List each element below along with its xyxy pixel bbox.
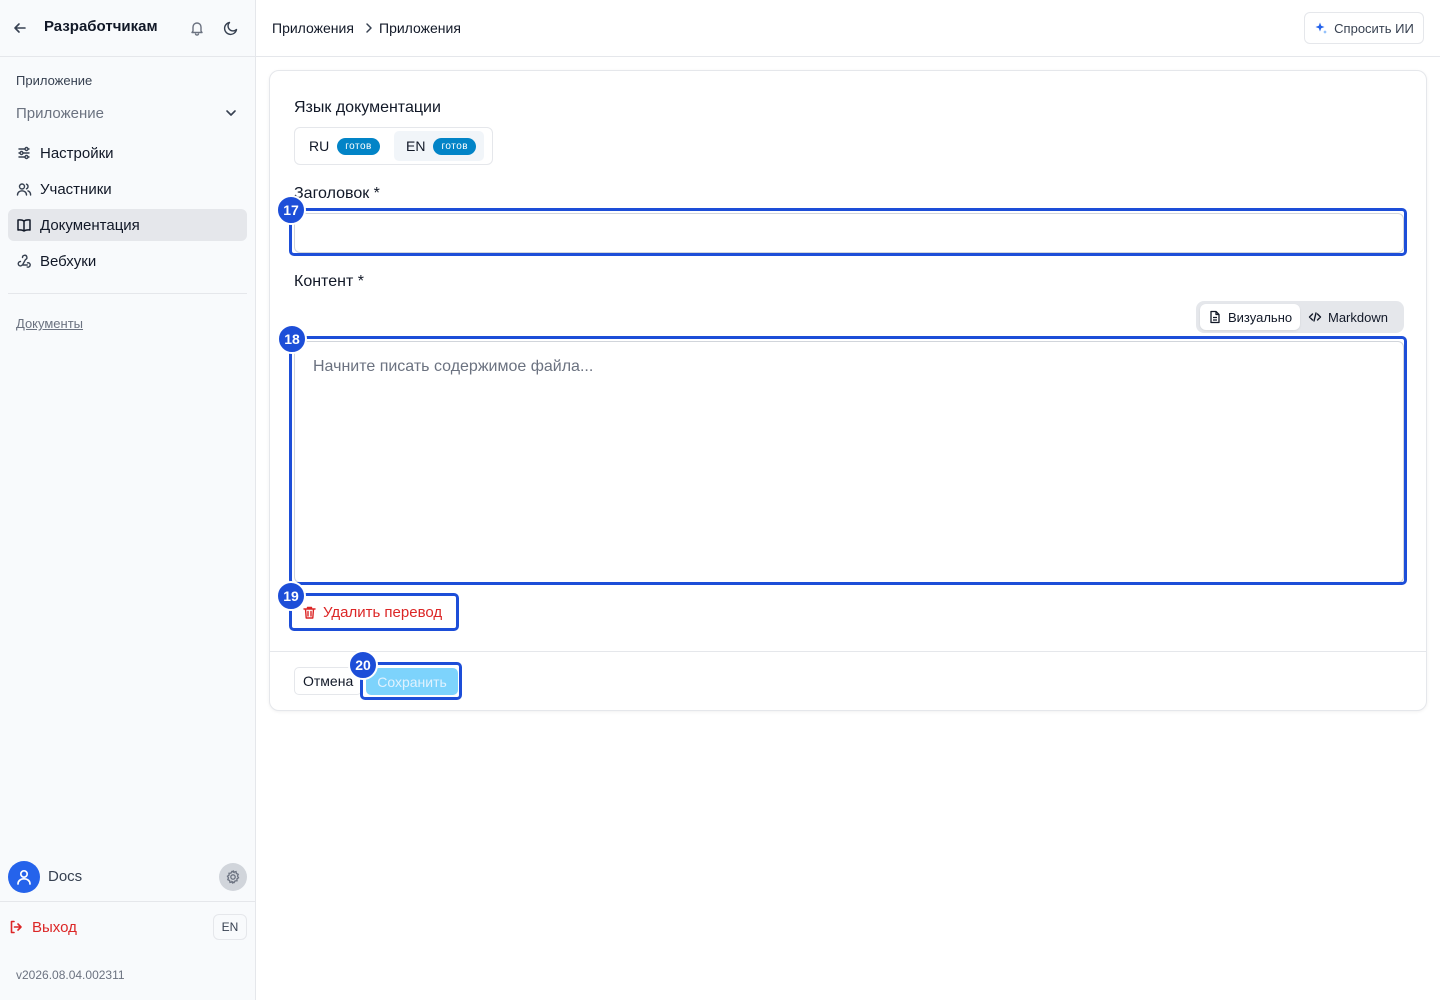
app-select[interactable]: Приложение bbox=[8, 97, 247, 129]
marker-badge: 19 bbox=[276, 581, 306, 611]
marker-badge: 18 bbox=[277, 324, 307, 354]
sidebar-item-label: Участники bbox=[40, 180, 112, 198]
sidebar-divider bbox=[8, 293, 247, 294]
save-button[interactable]: Сохранить bbox=[366, 668, 458, 695]
breadcrumb-item-applications[interactable]: Приложения bbox=[272, 20, 354, 36]
tab-lang-ru[interactable]: RU готов bbox=[297, 131, 388, 161]
chevron-down-icon bbox=[223, 105, 239, 121]
sidebar: Разработчикам Приложение Приложение Наст… bbox=[0, 0, 256, 1000]
lang-code: EN bbox=[406, 138, 426, 154]
app-version: v2026.08.04.002311 bbox=[16, 968, 125, 982]
sidebar-divider bbox=[0, 901, 255, 902]
ask-ai-button[interactable]: Спросить ИИ bbox=[1304, 12, 1424, 44]
sidebar-header: Разработчикам bbox=[0, 0, 255, 57]
bell-icon bbox=[191, 22, 203, 36]
delete-translation-button[interactable]: Удалить перевод bbox=[294, 597, 450, 627]
user-icon bbox=[17, 869, 31, 885]
sidebar-item-members[interactable]: Участники bbox=[8, 173, 247, 205]
section-label: Приложение bbox=[16, 73, 93, 88]
arrow-left-icon bbox=[14, 23, 26, 33]
back-button[interactable] bbox=[10, 18, 30, 38]
marker-badge: 17 bbox=[276, 195, 306, 225]
editor-mode-toggle: Визуально Markdown bbox=[1196, 301, 1404, 333]
ask-ai-label: Спросить ИИ bbox=[1334, 20, 1414, 36]
card-footer-divider bbox=[270, 651, 1426, 652]
breadcrumb-item-current[interactable]: Приложения bbox=[379, 20, 461, 36]
webhook-icon bbox=[16, 253, 32, 269]
mode-visual-button[interactable]: Визуально bbox=[1200, 304, 1301, 330]
marker-badge: 20 bbox=[348, 650, 378, 680]
delete-translation-label: Удалить перевод bbox=[323, 603, 443, 621]
users-icon bbox=[16, 181, 32, 197]
trash-icon bbox=[303, 606, 316, 619]
tab-lang-en[interactable]: EN готов bbox=[394, 131, 485, 161]
content-editor[interactable] bbox=[294, 341, 1404, 583]
lang-code: RU bbox=[309, 138, 330, 154]
moon-icon bbox=[223, 21, 238, 36]
user-row: Docs bbox=[8, 861, 247, 893]
code-icon bbox=[1308, 312, 1322, 322]
language-switch-button[interactable]: EN bbox=[213, 914, 247, 940]
gear-icon bbox=[226, 870, 240, 884]
topbar: Приложения Приложения Спросить ИИ bbox=[256, 0, 1440, 57]
notifications-button[interactable] bbox=[187, 18, 207, 38]
mode-visual-label: Визуально bbox=[1228, 309, 1293, 325]
documentation-form-card: Язык документации RU готов EN готов Заго… bbox=[269, 70, 1427, 711]
content-label: Контент * bbox=[294, 273, 364, 290]
user-name: Docs bbox=[48, 868, 83, 885]
title-label: Заголовок * bbox=[294, 185, 380, 202]
status-badge: готов bbox=[337, 137, 380, 155]
sparkle-icon bbox=[1315, 22, 1328, 34]
sidebar-item-webhooks[interactable]: Вебхуки bbox=[8, 245, 247, 277]
sidebar-item-documentation[interactable]: Документация bbox=[8, 209, 247, 241]
logout-button[interactable]: Выход bbox=[8, 917, 77, 937]
status-badge: готов bbox=[433, 137, 477, 155]
mode-markdown-button[interactable]: Markdown bbox=[1300, 304, 1396, 330]
chevron-right-icon bbox=[362, 21, 376, 35]
logout-icon bbox=[10, 920, 22, 934]
file-text-icon bbox=[1210, 310, 1220, 324]
book-icon bbox=[16, 217, 32, 233]
app-select-value: Приложение bbox=[16, 104, 104, 122]
mode-markdown-label: Markdown bbox=[1328, 309, 1388, 325]
sidebar-title: Разработчикам bbox=[44, 18, 158, 35]
language-tabs: RU готов EN готов bbox=[294, 127, 493, 165]
avatar[interactable] bbox=[8, 861, 40, 893]
sidebar-item-label: Вебхуки bbox=[40, 252, 97, 270]
sidebar-item-label: Документация bbox=[40, 216, 140, 234]
theme-toggle-button[interactable] bbox=[221, 18, 241, 38]
sidebar-item-settings[interactable]: Настройки bbox=[8, 137, 247, 169]
title-input[interactable] bbox=[294, 213, 1404, 253]
doc-language-label: Язык документации bbox=[294, 99, 441, 116]
user-settings-button[interactable] bbox=[219, 863, 247, 891]
sidebar-item-label: Настройки bbox=[40, 144, 114, 162]
settings-icon bbox=[16, 145, 32, 161]
docs-link[interactable]: Документы bbox=[16, 316, 83, 331]
logout-label: Выход bbox=[32, 918, 77, 936]
